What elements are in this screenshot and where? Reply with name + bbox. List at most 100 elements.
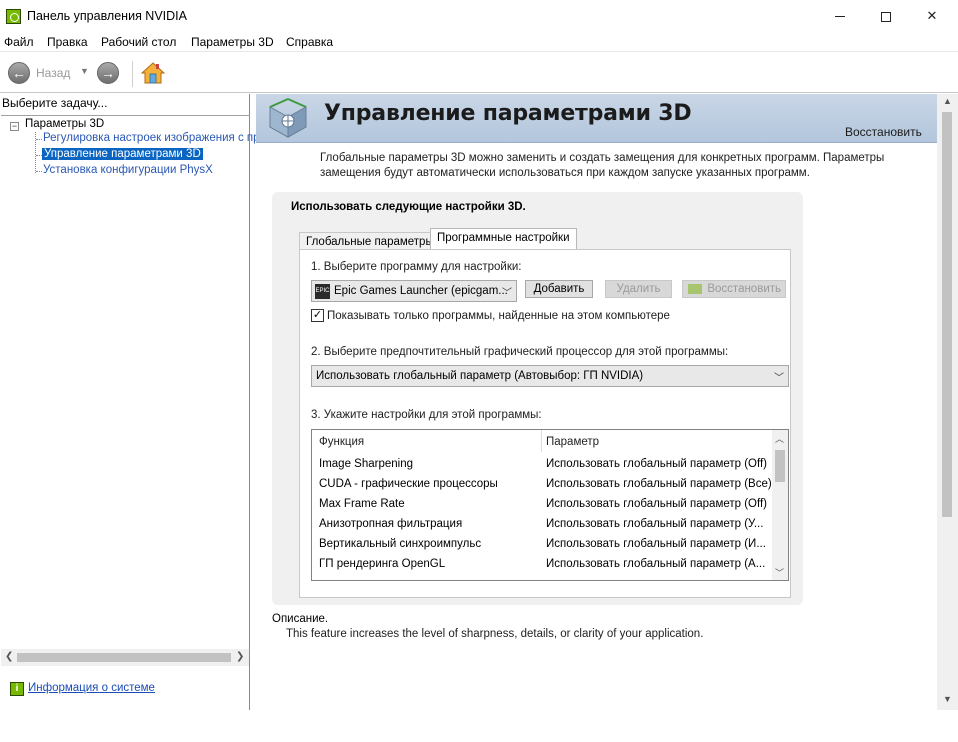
arrow-right-icon: → — [101, 65, 115, 81]
step1-label: 1. Выберите программу для настройки: — [311, 261, 522, 273]
sidebar-item-physx[interactable]: Установка конфигурации PhysX — [43, 164, 213, 176]
setting-name: CUDA - графические процессоры — [319, 478, 498, 490]
column-header-function[interactable]: Функция — [319, 436, 364, 448]
table-row[interactable]: ГП рендеринга OpenGL Использовать глобал… — [312, 555, 772, 575]
scrollbar-thumb[interactable] — [17, 653, 231, 662]
page-banner: Управление параметрами 3D Восстановить — [256, 94, 937, 143]
restore-defaults-link[interactable]: Восстановить — [845, 125, 922, 139]
collapse-toggle[interactable]: − — [10, 122, 19, 131]
setting-value[interactable]: Использовать глобальный параметр (А... — [546, 558, 765, 570]
menu-file[interactable]: Файл — [4, 35, 34, 49]
title-bar: Панель управления NVIDIA ✕ — [0, 0, 958, 32]
setting-name: Анизотропная фильтрация — [319, 518, 463, 530]
main-content: Управление параметрами 3D Восстановить Г… — [256, 94, 937, 710]
task-sidebar: Выберите задачу... − Параметры 3D Регули… — [0, 94, 260, 710]
sidebar-item-image-settings[interactable]: Регулировка настроек изображения с пр — [43, 132, 260, 144]
3d-settings-icon — [268, 98, 308, 138]
scrollbar-thumb[interactable] — [775, 450, 785, 482]
menu-edit[interactable]: Правка — [47, 35, 88, 49]
toolbar-separator — [132, 61, 133, 87]
step3-label: 3. Укажите настройки для этой программы: — [311, 409, 542, 421]
table-row[interactable]: CUDA - графические процессоры Использова… — [312, 475, 772, 495]
restore-program-button[interactable]: Восстановить — [682, 280, 786, 298]
settings-panel: Использовать следующие настройки 3D. Гло… — [272, 192, 803, 605]
gpu-select[interactable]: Использовать глобальный параметр (Автовы… — [311, 365, 789, 387]
page-title: Управление параметрами 3D — [324, 101, 692, 126]
setting-value[interactable]: Использовать глобальный параметр (У... — [546, 518, 763, 530]
system-info-icon: i — [10, 682, 24, 696]
table-row[interactable]: Max Frame Rate Использовать глобальный п… — [312, 495, 772, 515]
program-settings-tab-content: 1. Выберите программу для настройки: EPI… — [299, 249, 791, 598]
tree-connector — [36, 171, 42, 172]
menu-bar: Файл Правка Рабочий стол Параметры 3D Сп… — [0, 32, 958, 52]
scroll-up-icon[interactable]: ▲ — [943, 96, 952, 106]
back-button[interactable]: ← — [8, 62, 30, 84]
program-select-value: Epic Games Launcher (epicgam... — [334, 285, 508, 297]
setting-value[interactable]: Использовать глобальный параметр (Off) — [546, 458, 767, 470]
toolbar: ← Назад ▼ → — [0, 53, 958, 93]
arrow-left-icon: ← — [12, 65, 26, 81]
chevron-down-icon: ﹀ — [774, 373, 784, 384]
maximize-button[interactable] — [863, 0, 909, 32]
scroll-right-icon[interactable]: ❯ — [236, 651, 244, 662]
close-button[interactable]: ✕ — [909, 0, 955, 32]
setting-name: ГП рендеринга OpenGL — [319, 558, 446, 570]
program-settings-table: Функция Параметр Image Sharpening Исполь… — [311, 429, 789, 581]
minimize-button[interactable] — [817, 0, 863, 32]
tab-global-settings[interactable]: Глобальные параметры — [299, 232, 441, 250]
main-vertical-scrollbar[interactable]: ▲ ▼ — [937, 94, 958, 710]
show-installed-only-label[interactable]: Показывать только программы, найденные н… — [327, 310, 670, 322]
setting-value[interactable]: Использовать глобальный параметр (Все) — [546, 478, 772, 490]
nvidia-logo-icon — [688, 284, 702, 294]
column-header-parameter[interactable]: Параметр — [546, 436, 599, 448]
nvidia-control-panel-window: Панель управления NVIDIA ✕ Файл Правка Р… — [0, 0, 958, 710]
task-tree: − Параметры 3D Регулировка настроек изоб… — [1, 115, 260, 742]
maximize-icon — [881, 11, 891, 22]
scroll-down-icon[interactable]: ﹀ — [775, 566, 784, 579]
tree-root-3d-settings[interactable]: Параметры 3D — [25, 118, 104, 130]
scrollbar-thumb[interactable] — [942, 112, 952, 517]
menu-help[interactable]: Справка — [286, 35, 333, 49]
panel-title: Использовать следующие настройки 3D. — [291, 201, 526, 213]
minimize-icon — [835, 16, 845, 18]
back-label[interactable]: Назад — [36, 66, 70, 80]
sidebar-item-manage-3d[interactable]: Управление параметрами 3D — [42, 148, 203, 160]
tab-program-settings[interactable]: Программные настройки — [430, 228, 577, 250]
forward-button[interactable]: → — [97, 62, 119, 84]
restore-program-label: Восстановить — [707, 283, 781, 295]
menu-3d-settings[interactable]: Параметры 3D — [191, 35, 274, 49]
menu-desktop[interactable]: Рабочий стол — [101, 35, 176, 49]
system-info-link[interactable]: Информация о системе — [28, 682, 155, 694]
description-text: This feature increases the level of shar… — [286, 628, 704, 640]
tree-connector — [36, 139, 42, 140]
program-select[interactable]: EPIC Epic Games Launcher (epicgam... ﹀ — [311, 280, 517, 302]
delete-program-button[interactable]: Удалить — [605, 280, 672, 298]
home-icon[interactable] — [141, 61, 165, 85]
table-row[interactable]: Анизотропная фильтрация Использовать гло… — [312, 515, 772, 535]
scroll-left-icon[interactable]: ❮ — [5, 651, 13, 662]
gpu-select-value: Использовать глобальный параметр (Автовы… — [316, 370, 644, 382]
column-divider[interactable] — [541, 430, 542, 452]
scroll-down-icon[interactable]: ▼ — [943, 694, 952, 704]
setting-value[interactable]: Использовать глобальный параметр (Off) — [546, 498, 767, 510]
page-description: Глобальные параметры 3D можно заменить и… — [320, 152, 885, 179]
setting-name: Вертикальный синхроимпульс — [319, 538, 482, 550]
scroll-up-icon[interactable]: ︿ — [775, 432, 784, 445]
setting-name: Image Sharpening — [319, 458, 413, 470]
chevron-down-icon: ﹀ — [502, 288, 512, 299]
step2-label: 2. Выберите предпочтительный графический… — [311, 346, 729, 358]
sidebar-horizontal-scrollbar[interactable]: ❮ ❯ — [1, 649, 249, 666]
table-row[interactable]: Image Sharpening Использовать глобальный… — [312, 455, 772, 475]
epic-games-icon: EPIC — [315, 284, 330, 299]
table-row[interactable]: Вертикальный синхроимпульс Использовать … — [312, 535, 772, 555]
table-vertical-scrollbar[interactable]: ︿ ﹀ — [772, 430, 788, 580]
sidebar-header: Выберите задачу... — [2, 96, 108, 110]
history-dropdown-icon[interactable]: ▼ — [80, 66, 89, 76]
setting-name: Max Frame Rate — [319, 498, 405, 510]
nvidia-app-icon — [6, 9, 21, 24]
add-program-button[interactable]: Добавить — [525, 280, 593, 298]
window-title: Панель управления NVIDIA — [27, 9, 187, 23]
show-installed-only-checkbox[interactable]: ✓ — [311, 309, 324, 322]
description-title: Описание. — [272, 613, 329, 625]
setting-value[interactable]: Использовать глобальный параметр (И... — [546, 538, 766, 550]
